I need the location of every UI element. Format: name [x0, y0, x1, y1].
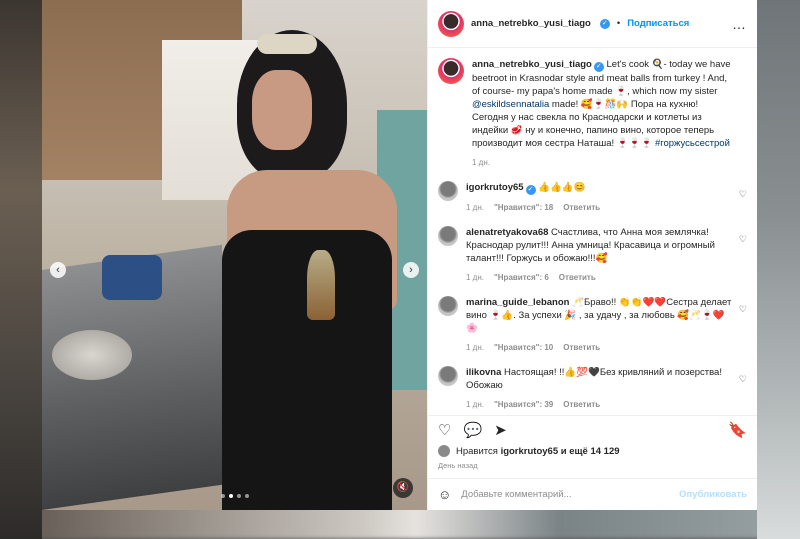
blue-pot: [102, 255, 162, 300]
headband: [257, 34, 317, 54]
likes-prefix: Нравится: [456, 445, 501, 457]
comment-username[interactable]: ilikovna: [466, 367, 501, 378]
action-bar: ♡ 💬 ➤ 🔖: [428, 415, 757, 445]
face: [252, 70, 312, 150]
likes-summary: Нравится igorkrutoy65 и ещё 14 129: [428, 445, 757, 457]
wine-glass: [307, 250, 335, 320]
comment-time: 1 дн.: [466, 343, 484, 352]
author-username[interactable]: anna_netrebko_yusi_tiago: [471, 18, 591, 29]
commenter-avatar[interactable]: [438, 181, 458, 201]
comment-likes[interactable]: "Нравится": 39: [494, 398, 553, 411]
caption: anna_netrebko_yusi_tiago ✓ Let's cook 🍳- …: [438, 58, 747, 169]
commenter-avatar[interactable]: [438, 366, 458, 386]
comment-like-heart-icon[interactable]: ♡: [739, 234, 747, 245]
comment-likes[interactable]: "Нравится": 10: [494, 341, 553, 354]
comment-like-heart-icon[interactable]: ♡: [739, 189, 747, 200]
comment-icon[interactable]: 💬: [463, 423, 482, 438]
comment-like-heart-icon[interactable]: ♡: [739, 304, 747, 315]
likes-count[interactable]: и ещё 14 129: [558, 446, 620, 457]
frying-pan: [52, 330, 132, 380]
next-slide-icon[interactable]: ›: [403, 262, 419, 278]
caption-mention-link[interactable]: @eskildsennatalia: [472, 99, 549, 110]
comment-time: 1 дн.: [466, 400, 484, 409]
more-options-icon[interactable]: …: [732, 16, 747, 32]
carousel-dot: [244, 494, 249, 498]
post-header: anna_netrebko_yusi_tiago ✓ • Подписаться…: [428, 0, 757, 48]
bookmark-icon[interactable]: 🔖: [728, 423, 747, 438]
add-comment-bar: ☺ Опубликовать: [428, 478, 757, 510]
comment-item: marina_guide_lebanon 🥂Браво!! 👏👏❤️❤️Сест…: [438, 296, 747, 354]
verified-icon: ✓: [525, 185, 536, 195]
reply-button[interactable]: Ответить: [563, 341, 600, 354]
comment-username[interactable]: alenatretyakova68: [466, 227, 548, 238]
comment-time: 1 дн.: [466, 203, 484, 212]
author-avatar[interactable]: [438, 58, 464, 84]
comment-item: ilikovna Настоящая! !!👍💯🖤Без кривляний и…: [438, 366, 747, 411]
post-date: День назад: [438, 461, 478, 470]
commenter-avatar[interactable]: [438, 296, 458, 316]
comment-username[interactable]: marina_guide_lebanon: [466, 297, 569, 308]
comment-item: alenatretyakova68 Счастлива, что Анна мо…: [438, 226, 747, 284]
liker-avatar: [438, 445, 450, 457]
liker-username[interactable]: igorkrutoy65: [501, 446, 559, 457]
post-sidebar: anna_netrebko_yusi_tiago ✓ • Подписаться…: [427, 0, 757, 510]
reply-button[interactable]: Ответить: [559, 271, 596, 284]
comment-item: igorkrutoy65 ✓ 👍👍👍😊 1 дн. "Нравится": 18 …: [438, 181, 747, 214]
caption-username[interactable]: anna_netrebko_yusi_tiago: [472, 59, 592, 70]
comment-time: 1 дн.: [466, 273, 484, 282]
carousel-dot: [220, 494, 225, 498]
mute-icon[interactable]: 🔇: [393, 478, 413, 498]
caption-time: 1 дн.: [472, 158, 490, 167]
post-media[interactable]: ‹ › 🔇: [42, 0, 427, 510]
carousel-dot-active: [228, 494, 233, 498]
prev-slide-icon[interactable]: ‹: [50, 262, 66, 278]
author-avatar[interactable]: [438, 10, 464, 37]
reply-button[interactable]: Ответить: [563, 398, 600, 411]
comment-likes[interactable]: "Нравится": 6: [494, 271, 549, 284]
woman-figure: [207, 30, 417, 510]
instagram-post: ‹ › 🔇 anna_netrebko_yusi_tiago ✓ • Подпи…: [42, 0, 757, 510]
commenter-avatar[interactable]: [438, 226, 458, 246]
comment-likes[interactable]: "Нравится": 18: [494, 201, 553, 214]
carousel-dots: [42, 494, 427, 498]
verified-icon: ✓: [593, 62, 604, 72]
reply-button[interactable]: Ответить: [563, 201, 600, 214]
caption-hashtag-link[interactable]: #горжусьсестрой: [655, 138, 730, 149]
share-icon[interactable]: ➤: [494, 423, 507, 438]
background-left-edge: [0, 0, 42, 539]
comments-list[interactable]: anna_netrebko_yusi_tiago ✓ Let's cook 🍳- …: [428, 48, 757, 415]
like-heart-icon[interactable]: ♡: [438, 423, 451, 438]
background-right-edge: [757, 0, 800, 539]
carousel-dot: [236, 494, 241, 498]
comment-text: Настоящая! !!👍💯🖤Без кривляний и позерств…: [466, 367, 722, 391]
emoji-icon[interactable]: ☺: [438, 487, 451, 502]
verified-icon: ✓: [599, 18, 610, 29]
comment-input[interactable]: [461, 489, 670, 500]
publish-button[interactable]: Опубликовать: [679, 489, 747, 500]
comment-username[interactable]: igorkrutoy65: [466, 182, 524, 193]
comment-like-heart-icon[interactable]: ♡: [739, 374, 747, 385]
comment-text: 👍👍👍😊: [538, 182, 586, 193]
follow-button[interactable]: Подписаться: [627, 18, 689, 29]
